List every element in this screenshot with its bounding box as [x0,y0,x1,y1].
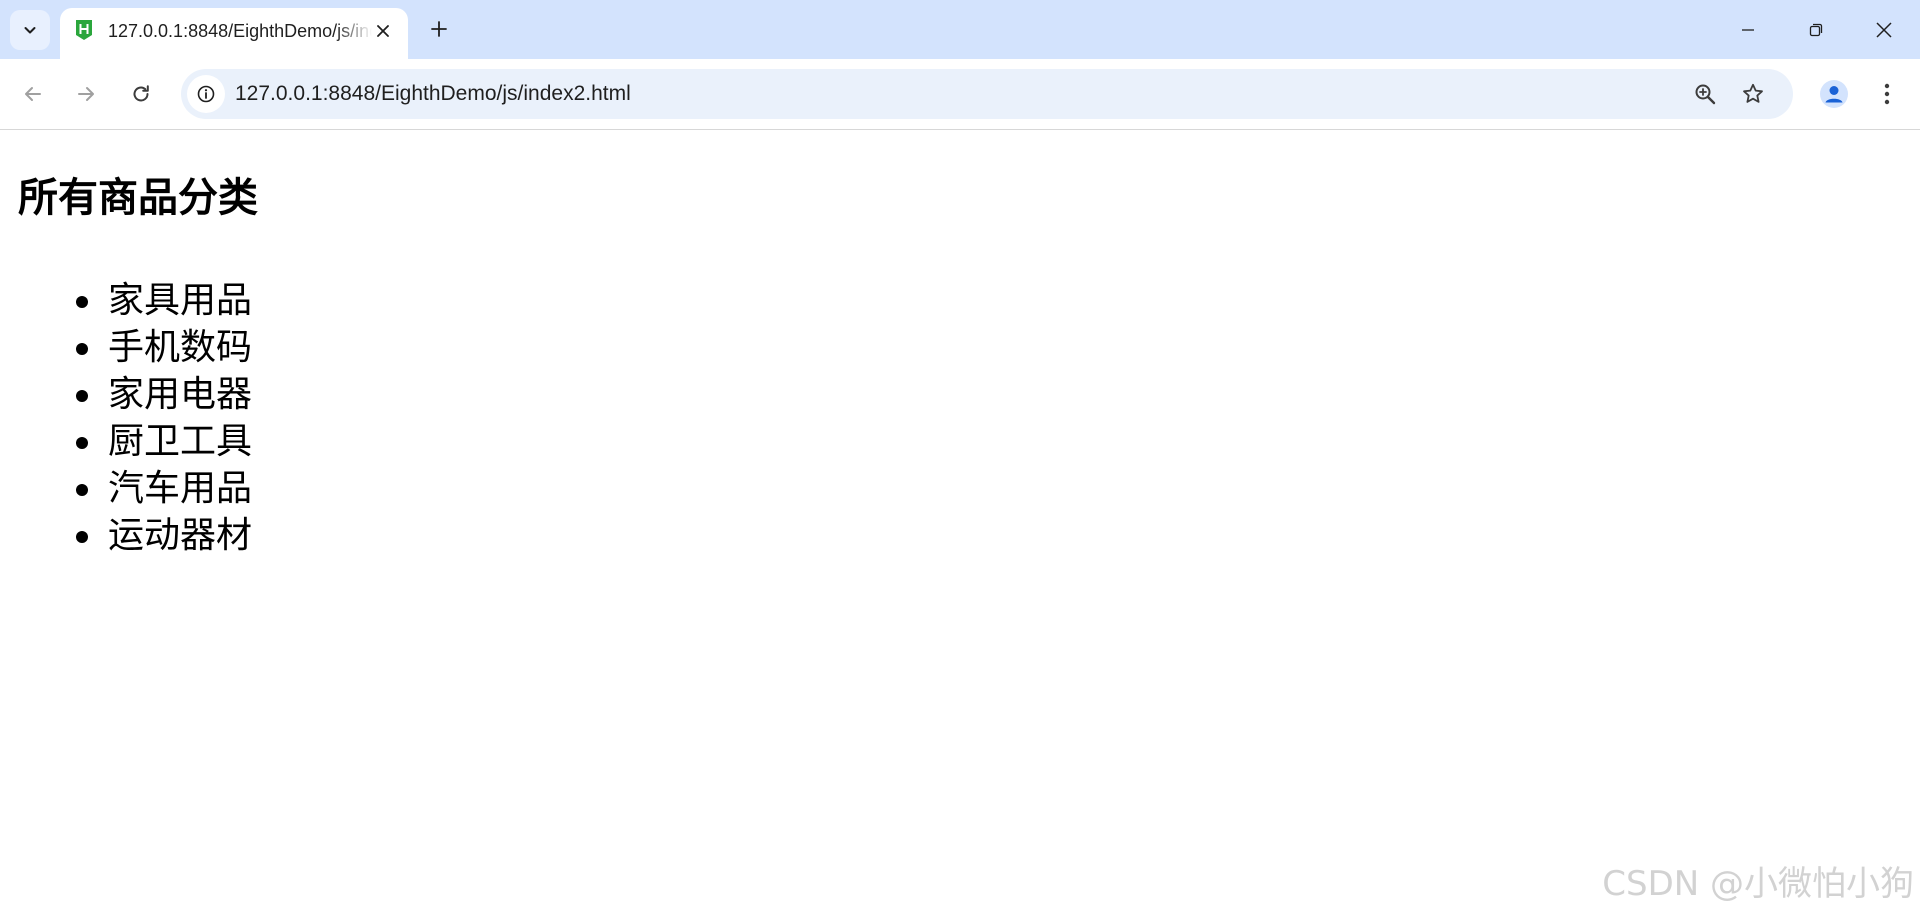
avatar-icon [1820,80,1848,108]
browser-menu-button[interactable] [1872,76,1902,112]
profile-button[interactable] [1816,76,1852,112]
star-icon [1743,83,1763,103]
page-content: 所有商品分类 家具用品 手机数码 家用电器 厨卫工具 汽车用品 运动器材 CSD… [0,130,1920,909]
page-title: 所有商品分类 [18,175,258,221]
category-label: 家具用品 [108,280,253,321]
bullet-icon [76,531,88,543]
minimize-button[interactable] [1714,0,1782,59]
tab-strip: 127.0.0.1:8848/EighthDemo/js/index2.html [0,0,1920,59]
bullet-icon [76,296,88,308]
hbuilder-h-icon [76,20,92,40]
tab-title: 127.0.0.1:8848/EighthDemo/js/index2.html [108,21,372,41]
kebab-menu-icon [1884,83,1890,105]
browser-window: 127.0.0.1:8848/EighthDemo/js/index2.html [0,0,1920,909]
bookmark-button[interactable] [1739,80,1767,108]
site-info-button[interactable] [187,75,225,113]
active-tab[interactable]: 127.0.0.1:8848/EighthDemo/js/index2.html [60,8,408,59]
bullet-icon [76,437,88,449]
restore-icon [1809,23,1823,36]
close-icon [377,25,389,37]
category-label: 手机数码 [108,327,253,368]
arrow-right-icon [78,87,94,101]
address-bar[interactable]: 127.0.0.1:8848/EighthDemo/js/index2.html [181,69,1793,119]
bullet-icon [76,390,88,402]
category-label: 家用电器 [108,374,253,415]
forward-button[interactable] [66,74,106,114]
url-text[interactable]: 127.0.0.1:8848/EighthDemo/js/index2.html [235,82,631,106]
plus-icon [431,21,447,37]
reload-icon [133,85,149,102]
chevron-down-icon [24,27,36,34]
browser-toolbar: 127.0.0.1:8848/EighthDemo/js/index2.html [0,59,1920,130]
category-label: 厨卫工具 [108,421,253,462]
info-icon [197,85,215,103]
category-label: 运动器材 [108,515,253,556]
bullet-icon [76,343,88,355]
zoom-button[interactable] [1691,80,1719,108]
tab-search-button[interactable] [10,10,50,50]
back-button[interactable] [13,74,53,114]
new-tab-button[interactable] [422,12,456,46]
close-window-button[interactable] [1850,0,1918,59]
restore-button[interactable] [1782,0,1850,59]
close-icon [1876,21,1892,38]
zoom-in-icon [1695,84,1716,105]
tab-close-button[interactable] [372,20,394,42]
reload-button[interactable] [121,74,161,114]
bullet-icon [76,484,88,496]
minimize-icon [1742,28,1754,31]
arrow-left-icon [25,87,41,101]
watermark: CSDN @小微怕小狗 [1602,864,1914,904]
category-label: 汽车用品 [108,468,253,509]
